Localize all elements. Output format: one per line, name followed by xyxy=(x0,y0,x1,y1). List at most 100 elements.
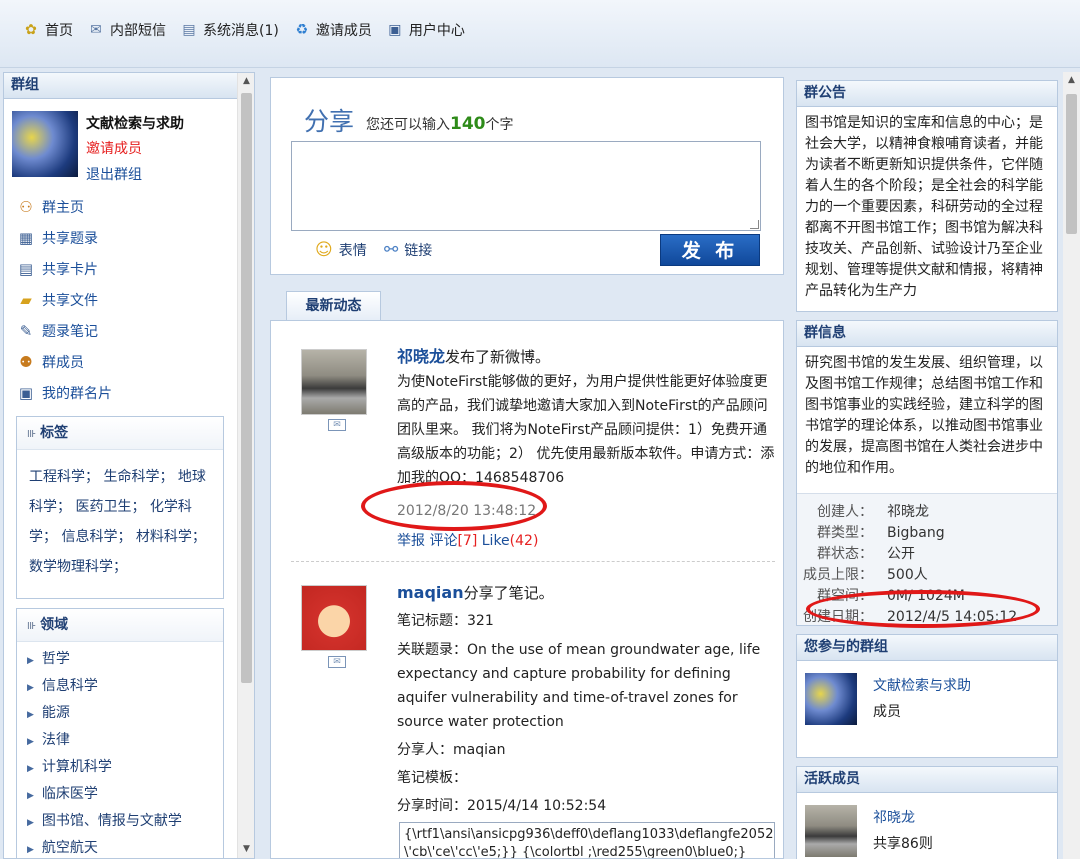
highlight-oval-create-date xyxy=(806,590,1040,628)
avatar[interactable] xyxy=(301,349,367,415)
my-group-role: 成员 xyxy=(873,704,901,720)
field-item[interactable]: ▶ 临床医学 xyxy=(17,781,223,808)
avatar[interactable] xyxy=(805,805,857,857)
quit-group-link[interactable]: 退出群组 xyxy=(86,164,246,184)
field-item[interactable]: ▶ 哲学 xyxy=(17,646,223,673)
active-members-title: 活跃成员 xyxy=(797,767,1057,793)
top-toolbar: ✿ 首页 ✉ 内部短信 ▤ 系统消息(1) ♻ 邀请成员 ▣ 用户中心 xyxy=(0,0,1080,68)
post-author[interactable]: 祁晓龙 xyxy=(397,347,445,366)
fields-header: ⊪ 领域 xyxy=(17,609,223,642)
tab-latest-activity[interactable]: 最新动态 xyxy=(286,291,381,321)
user-card-icon: ▣ xyxy=(388,22,402,38)
group-info-title: 群信息 xyxy=(797,321,1057,347)
nav-invite-members[interactable]: ♻ 邀请成员 xyxy=(293,20,372,40)
scrollbar-thumb[interactable] xyxy=(241,93,252,683)
nav-internal-messages[interactable]: ✉ 内部短信 xyxy=(87,20,166,40)
nav-system-messages[interactable]: ▤ 系统消息(1) xyxy=(180,20,278,40)
avatar[interactable] xyxy=(301,585,367,651)
sidebar-item-shared-cards[interactable]: ▤ 共享卡片 xyxy=(16,253,112,284)
notice-title: 群公告 xyxy=(797,81,1057,107)
scroll-up-icon[interactable]: ▲ xyxy=(238,73,254,90)
share-box: 分享 您还可以输入140个字 ☺ 表情 ⚯ 链接 发 布 xyxy=(270,77,784,275)
note-record[interactable]: 关联题录：On the use of mean groundwater age,… xyxy=(397,638,775,734)
tags-box: ⊪ 标签 工程科学； 生命科学； 地球科学； 医药卫生； 化学科学； 信息科学； … xyxy=(16,416,224,599)
link-button[interactable]: ⚯ 链接 xyxy=(384,240,432,260)
share-textarea[interactable] xyxy=(291,141,761,231)
info-row: 群类型： Bigbang xyxy=(817,525,945,541)
tags-list[interactable]: 工程科学； 生命科学； 地球科学； 医药卫生； 化学科学； 信息科学； 材料科学… xyxy=(17,450,223,582)
post-action: 分享了笔记。 xyxy=(463,584,554,602)
info-row: 群状态： 公开 xyxy=(817,546,915,562)
notice-text: 图书馆是知识的宝库和信息的中心；是社会大学，以精神食粮哺育读者，并能为读者不断更… xyxy=(805,115,1043,299)
group-thumbnail[interactable] xyxy=(805,673,857,725)
triangle-bullet-icon: ▶ xyxy=(27,845,34,855)
sidebar-item-namecard[interactable]: ▣ 我的群名片 xyxy=(16,377,112,408)
resize-handle-icon[interactable] xyxy=(750,220,759,229)
scroll-up-icon[interactable]: ▲ xyxy=(1063,72,1080,89)
char-count-hint: 您还可以输入140个字 xyxy=(366,114,514,134)
field-item[interactable]: ▶ 航空航天 xyxy=(17,835,223,858)
post-actions: 举报 评论[7] Like(42) xyxy=(397,529,775,553)
envelope-icon[interactable]: ✉ xyxy=(328,419,346,431)
comment-link[interactable]: 评论[7] xyxy=(429,533,477,549)
field-item[interactable]: ▶ 能源 xyxy=(17,700,223,727)
sidebar-item-shared-records[interactable]: ▦ 共享题录 xyxy=(16,222,112,253)
sidebar-item-notes[interactable]: ✎ 题录笔记 xyxy=(16,315,112,346)
sidebar-scrollbar[interactable]: ▲ ▼ xyxy=(237,73,254,858)
post-content: maqian分享了笔记。 笔记标题：321 关联题录：On the use of… xyxy=(397,581,775,818)
triangle-bullet-icon: ▶ xyxy=(27,683,34,693)
emoji-button[interactable]: ☺ 表情 xyxy=(315,240,367,260)
report-link[interactable]: 举报 xyxy=(397,533,425,549)
sidebar-item-shared-files[interactable]: ▰ 共享文件 xyxy=(16,284,112,315)
field-item[interactable]: ▶ 图书馆、情报与文献学 xyxy=(17,808,223,835)
invite-member-link[interactable]: 邀请成员 xyxy=(86,138,246,158)
like-link[interactable]: Like(42) xyxy=(482,533,539,549)
triangle-bullet-icon: ▶ xyxy=(27,656,34,666)
active-member-count: 共享86则 xyxy=(873,836,933,852)
my-group-link[interactable]: 文献检索与求助 xyxy=(873,675,971,695)
message-icon: ▤ xyxy=(182,22,196,38)
active-member-link[interactable]: 祁晓龙 xyxy=(873,807,915,827)
publish-button[interactable]: 发 布 xyxy=(660,234,760,266)
scroll-down-icon[interactable]: ▼ xyxy=(238,841,254,858)
activity-feed: ✉ 祁晓龙发布了新微博。 为使NoteFirst能够做的更好，为用户提供性能更好… xyxy=(270,320,784,859)
envelope-icon[interactable]: ✉ xyxy=(328,656,346,668)
sidebar-item-group-home[interactable]: ⚇ 群主页 xyxy=(16,191,112,222)
page-scrollbar-track: ▲ xyxy=(1063,72,1080,859)
sidebar-title: 群组 xyxy=(4,73,254,99)
group-name: 文献检索与求助 xyxy=(86,116,184,132)
invite-icon: ♻ xyxy=(295,22,309,38)
field-item[interactable]: ▶ 信息科学 xyxy=(17,673,223,700)
shared-cards-icon: ▤ xyxy=(18,259,34,278)
tags-header: ⊪ 标签 xyxy=(17,417,223,450)
members-icon: ⚉ xyxy=(19,352,33,371)
page-scrollbar[interactable]: ▲ xyxy=(1063,72,1080,859)
home-icon: ✿ xyxy=(25,22,37,38)
link-icon: ⚯ xyxy=(384,240,399,260)
sidebar-item-members[interactable]: ⚉ 群成员 xyxy=(16,346,112,377)
namecard-icon: ▣ xyxy=(18,383,34,402)
nav-home[interactable]: ✿ 首页 xyxy=(22,20,73,40)
field-item[interactable]: ▶ 法律 xyxy=(17,727,223,754)
note-title: 笔记标题：321 xyxy=(397,613,494,629)
shared-files-icon: ▰ xyxy=(20,290,32,309)
fields-box: ⊪ 领域 ▶ 哲学 ▶ 信息科学 ▶ 能源 ▶ 法律 ▶ 计算机科学 ▶ 临床医学 ▶ 图书馆、… xyxy=(16,608,224,858)
info-row: 创建人： 祁晓龙 xyxy=(817,504,929,520)
share-title: 分享 xyxy=(304,107,355,136)
info-row: 成员上限： 500人 xyxy=(803,567,928,583)
field-item[interactable]: ▶ 计算机科学 xyxy=(17,754,223,781)
note-sharer: 分享人：maqian xyxy=(397,742,506,758)
shared-records-icon: ▦ xyxy=(18,228,34,247)
post-author[interactable]: maqian xyxy=(397,583,464,602)
envelope-icon: ✉ xyxy=(90,22,102,38)
triangle-bullet-icon: ▶ xyxy=(27,791,34,801)
sidebar-menu: ⚇ 群主页 ▦ 共享题录 ▤ 共享卡片 ▰ 共享文件 ✎ 题录笔记 ⚉ 群成员 ▣ 我的群名片 xyxy=(16,191,112,408)
group-thumbnail[interactable] xyxy=(12,111,78,177)
scrollbar-thumb[interactable] xyxy=(1066,94,1077,234)
my-groups-panel: 您参与的群组 文献检索与求助 成员 xyxy=(796,634,1058,758)
group-info-text: 研究图书馆的发生发展、组织管理，以及图书馆工作规律；总结图书馆工作和图书馆事业的… xyxy=(797,347,1057,493)
nav-user-center[interactable]: ▣ 用户中心 xyxy=(386,20,465,40)
my-groups-title: 您参与的群组 xyxy=(797,635,1057,661)
post-action: 发布了新微博。 xyxy=(445,348,551,366)
notice-panel: 群公告 图书馆是知识的宝库和信息的中心；是社会大学，以精神食粮哺育读者，并能为读… xyxy=(796,80,1058,312)
